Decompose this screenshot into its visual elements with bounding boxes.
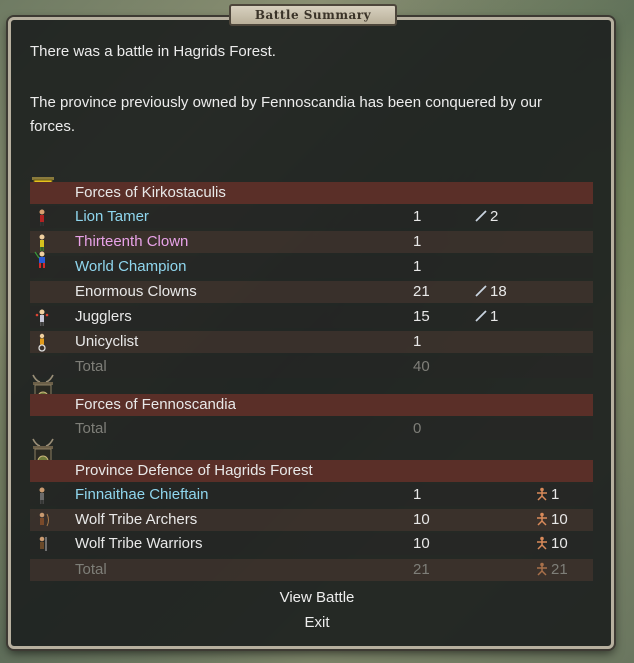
unit-row: Lion Tamer 1 2 [30,206,593,228]
unit-kills-value: 1 [490,308,499,325]
unit-count: 1 [413,233,422,250]
total-count: 21 [413,561,430,578]
lion-tamer-icon [39,209,45,226]
unit-row: Jugglers 15 1 [30,306,593,328]
chieftain-icon [39,487,45,504]
total-losses-value: 21 [551,561,568,578]
unit-kills: 18 [474,283,507,300]
conquest-message: The province previously owned by Fennosc… [30,94,542,135]
exit-button[interactable]: Exit [0,614,634,631]
total-row: Total 0 [30,418,593,440]
unit-count: 1 [413,486,422,503]
unit-count: 1 [413,333,422,350]
unit-count: 1 [413,208,422,225]
unit-name: Wolf Tribe Warriors [75,535,203,552]
unit-row: Unicyclist 1 [30,331,593,353]
total-row: Total 40 [30,356,593,378]
total-row: Total 21 21 [30,559,593,581]
sword-icon [475,285,487,297]
unit-kills-value: 18 [490,283,507,300]
total-label: Total [75,420,107,437]
total-label: Total [75,358,107,375]
warrior-icon [39,536,47,551]
unit-name: Unicyclist [75,333,139,350]
unit-count: 21 [413,283,430,300]
unit-row: Wolf Tribe Archers 10 10 [30,509,593,531]
unit-count: 15 [413,308,430,325]
unit-count: 1 [413,258,422,275]
unit-kills: 1 [474,308,498,325]
juggler-icon [35,309,49,326]
unit-row: Wolf Tribe Warriors 10 10 [30,533,593,555]
side-header-kirkostaculis: Forces of Kirkostaculis [30,182,593,204]
sword-icon [475,210,487,222]
archer-icon [39,512,49,527]
fallen-figure-icon [537,562,547,576]
side-header-label: Forces of Fennoscandia [75,396,236,413]
total-count: 0 [413,420,422,437]
world-champion-icon [34,251,45,268]
unit-row: Finnaithae Chieftain 1 1 [30,484,593,506]
total-count: 40 [413,358,430,375]
unit-row: Enormous Clowns 21 18 [30,281,593,303]
sword-icon [475,310,487,322]
unit-losses: 10 [535,511,568,528]
unit-losses-value: 10 [551,535,568,552]
view-battle-button[interactable]: View Battle [0,589,634,606]
unit-row: World Champion 1 [30,251,593,278]
fallen-figure-icon [537,512,547,526]
unit-count: 10 [413,535,430,552]
unit-kills: 2 [474,208,498,225]
unicyclist-icon [38,333,46,352]
unit-name: Lion Tamer [75,208,149,225]
side-header-fennoscandia: Forces of Fennoscandia [30,394,593,416]
unit-losses-value: 1 [551,486,560,503]
unit-name: Thirteenth Clown [75,233,189,250]
unit-kills-value: 2 [490,208,499,225]
unit-name: Finnaithae Chieftain [75,486,209,503]
battle-location-message: There was a battle in Hagrids Forest. [30,43,276,60]
unit-losses: 10 [535,535,568,552]
fallen-figure-icon [537,536,547,550]
total-losses: 21 [535,561,568,578]
unit-name: World Champion [75,258,187,275]
unit-name: Jugglers [75,308,132,325]
unit-name: Enormous Clowns [75,283,197,300]
total-label: Total [75,561,107,578]
fallen-figure-icon [537,487,547,501]
unit-name: Wolf Tribe Archers [75,511,198,528]
unit-losses-value: 10 [551,511,568,528]
unit-losses: 1 [535,486,559,503]
side-header-label: Forces of Kirkostaculis [75,184,226,201]
unit-count: 10 [413,511,430,528]
side-header-province-defence: Province Defence of Hagrids Forest [30,460,593,482]
dialog-title: Battle Summary [229,4,397,26]
side-header-label: Province Defence of Hagrids Forest [75,462,313,479]
unit-row: Thirteenth Clown 1 [30,231,593,253]
